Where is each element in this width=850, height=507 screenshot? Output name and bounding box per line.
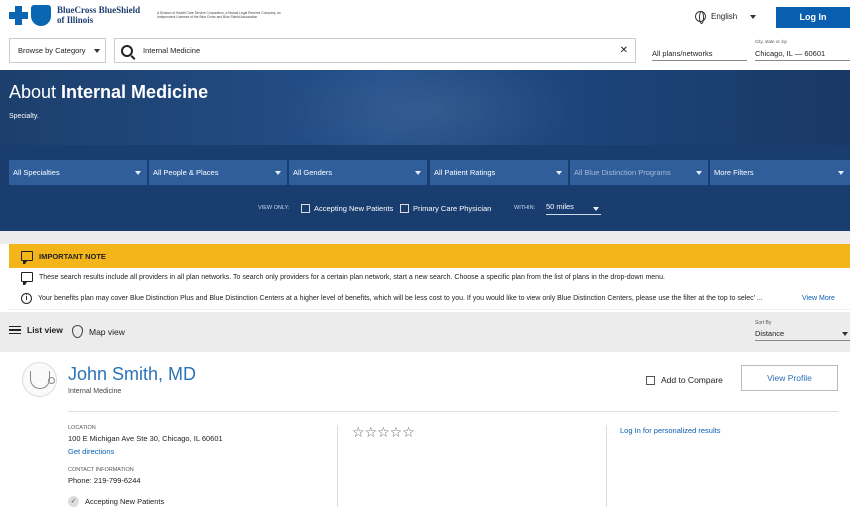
primary-care-checkbox[interactable] xyxy=(400,204,409,213)
compare-label: Add to Compare xyxy=(661,375,723,385)
sort-select[interactable]: Distance xyxy=(755,329,850,341)
chat-bubble-icon xyxy=(21,272,33,285)
list-view-label: List view xyxy=(27,325,63,335)
rating-stars: ☆☆☆☆☆ xyxy=(352,424,415,440)
distance-value: 50 miles xyxy=(546,202,574,211)
search-input[interactable] xyxy=(143,46,603,55)
provider-address: 100 E Michigan Ave Ste 30, Chicago, IL 6… xyxy=(68,434,223,443)
chevron-down-icon xyxy=(838,171,844,175)
filter-label: All Blue Distinction Programs xyxy=(574,168,671,177)
page-title-prefix: About xyxy=(9,82,62,102)
language-selector[interactable]: English xyxy=(695,11,757,24)
location-label: LOCATION xyxy=(68,425,96,431)
view-profile-button[interactable]: View Profile xyxy=(741,365,838,391)
login-button[interactable]: Log In xyxy=(776,7,850,28)
note-line-blue-distinction: i Your benefits plan may cover Blue Dist… xyxy=(21,293,763,304)
search-icon[interactable] xyxy=(121,44,133,57)
compare-checkbox[interactable] xyxy=(646,375,655,385)
specialty-hero-banner: About Internal Medicine Specialty. xyxy=(0,70,850,145)
login-personalized-link[interactable]: Log In for personalized results xyxy=(620,426,720,435)
chevron-down-icon xyxy=(593,207,599,211)
info-icon: i xyxy=(21,293,32,304)
contact-label: CONTACT INFORMATION xyxy=(68,467,134,473)
specialties-filter[interactable]: All Specialties xyxy=(9,160,147,185)
chevron-down-icon xyxy=(135,171,141,175)
browse-category-label: Browse by Category xyxy=(18,46,86,55)
avatar xyxy=(22,362,57,397)
bcbs-logo[interactable]: BlueCross BlueShield of Illinois xyxy=(9,4,140,26)
brand-name-line2: of Illinois xyxy=(57,15,94,25)
brand-disclaimer: A Division of Health Care Service Corpor… xyxy=(157,11,281,19)
browse-category-dropdown[interactable]: Browse by Category xyxy=(9,38,106,63)
chat-bubble-icon xyxy=(21,251,33,264)
primary-care-label: Primary Care Physician xyxy=(413,204,492,213)
chevron-down-icon xyxy=(842,332,848,336)
map-view-toggle[interactable]: Map view xyxy=(72,325,125,338)
within-label: WITHIN: xyxy=(514,205,536,211)
blue-distinction-filter[interactable]: All Blue Distinction Programs xyxy=(570,160,708,185)
location-field[interactable]: Chicago, IL — 60601 xyxy=(755,44,850,61)
accepting-patients-checkbox[interactable] xyxy=(301,204,310,213)
chevron-down-icon xyxy=(556,171,562,175)
brand-name-line1: BlueCross BlueShield xyxy=(57,5,141,15)
provider-name[interactable]: John Smith, MD xyxy=(68,364,196,385)
language-label: English xyxy=(711,12,738,21)
chevron-down-icon xyxy=(750,14,757,19)
people-places-filter[interactable]: All People & Places xyxy=(149,160,287,185)
note-spacer xyxy=(0,231,850,244)
accepting-patients-label: Accepting New Patients xyxy=(314,204,394,213)
close-icon[interactable]: ✕ xyxy=(620,45,628,56)
filter-label: All Patient Ratings xyxy=(434,168,496,177)
accepting-label: Accepting New Patients xyxy=(85,497,165,506)
get-directions-link[interactable]: Get directions xyxy=(68,447,114,456)
view-more-link[interactable]: View More xyxy=(802,295,835,302)
genders-filter[interactable]: All Genders xyxy=(289,160,427,185)
important-note-body: These search results include all provide… xyxy=(9,268,850,310)
page-subtitle: Specialty. xyxy=(9,113,39,120)
blue-shield-icon xyxy=(31,4,51,26)
search-bar: ✕ xyxy=(114,38,636,63)
chevron-down-icon xyxy=(415,171,421,175)
divider xyxy=(68,411,838,412)
site-header: BlueCross BlueShield of Illinois A Divis… xyxy=(0,0,850,70)
important-note-header: IMPORTANT NOTE xyxy=(9,244,850,268)
more-filters-button[interactable]: More Filters xyxy=(710,160,850,185)
provider-specialty: Internal Medicine xyxy=(68,388,122,395)
chevron-down-icon xyxy=(696,171,702,175)
divider xyxy=(337,425,338,507)
accepting-status: ✓ Accepting New Patients xyxy=(68,496,164,507)
results-toolbar xyxy=(0,312,850,352)
filter-bar: All Specialties All People & Places All … xyxy=(0,145,850,231)
note-text: These search results include all provide… xyxy=(39,273,665,281)
blue-cross-icon xyxy=(9,5,28,26)
sort-label: Sort By xyxy=(755,320,772,326)
map-pin-icon xyxy=(72,325,83,338)
chevron-down-icon xyxy=(275,171,281,175)
filter-label: All Genders xyxy=(293,168,333,177)
patient-ratings-filter[interactable]: All Patient Ratings xyxy=(430,160,568,185)
check-icon: ✓ xyxy=(68,496,79,507)
filter-label: More Filters xyxy=(714,168,754,177)
view-only-label: VIEW ONLY: xyxy=(258,205,290,211)
sort-value: Distance xyxy=(755,329,785,338)
filter-label: All Specialties xyxy=(13,168,60,177)
filter-label: All People & Places xyxy=(153,168,219,177)
note-text: Your benefits plan may cover Blue Distin… xyxy=(38,295,763,302)
map-view-label: Map view xyxy=(89,326,125,337)
page-title: About Internal Medicine xyxy=(9,82,208,103)
page-title-specialty: Internal Medicine xyxy=(61,82,209,102)
note-line-networks: These search results include all provide… xyxy=(21,272,665,285)
globe-icon xyxy=(695,11,706,24)
important-note-title: IMPORTANT NOTE xyxy=(39,251,106,261)
list-icon xyxy=(9,325,21,335)
brand-name: BlueCross BlueShield of Illinois xyxy=(57,5,140,25)
distance-select[interactable]: 50 miles xyxy=(546,202,601,215)
chevron-down-icon xyxy=(93,48,100,53)
stethoscope-icon xyxy=(29,370,55,389)
list-view-toggle[interactable]: List view xyxy=(9,325,63,335)
provider-phone: Phone: 219-799-6244 xyxy=(68,476,141,485)
divider xyxy=(606,425,607,507)
add-to-compare[interactable]: Add to Compare xyxy=(646,375,723,385)
plans-networks-select[interactable]: All plans/networks xyxy=(652,44,747,61)
